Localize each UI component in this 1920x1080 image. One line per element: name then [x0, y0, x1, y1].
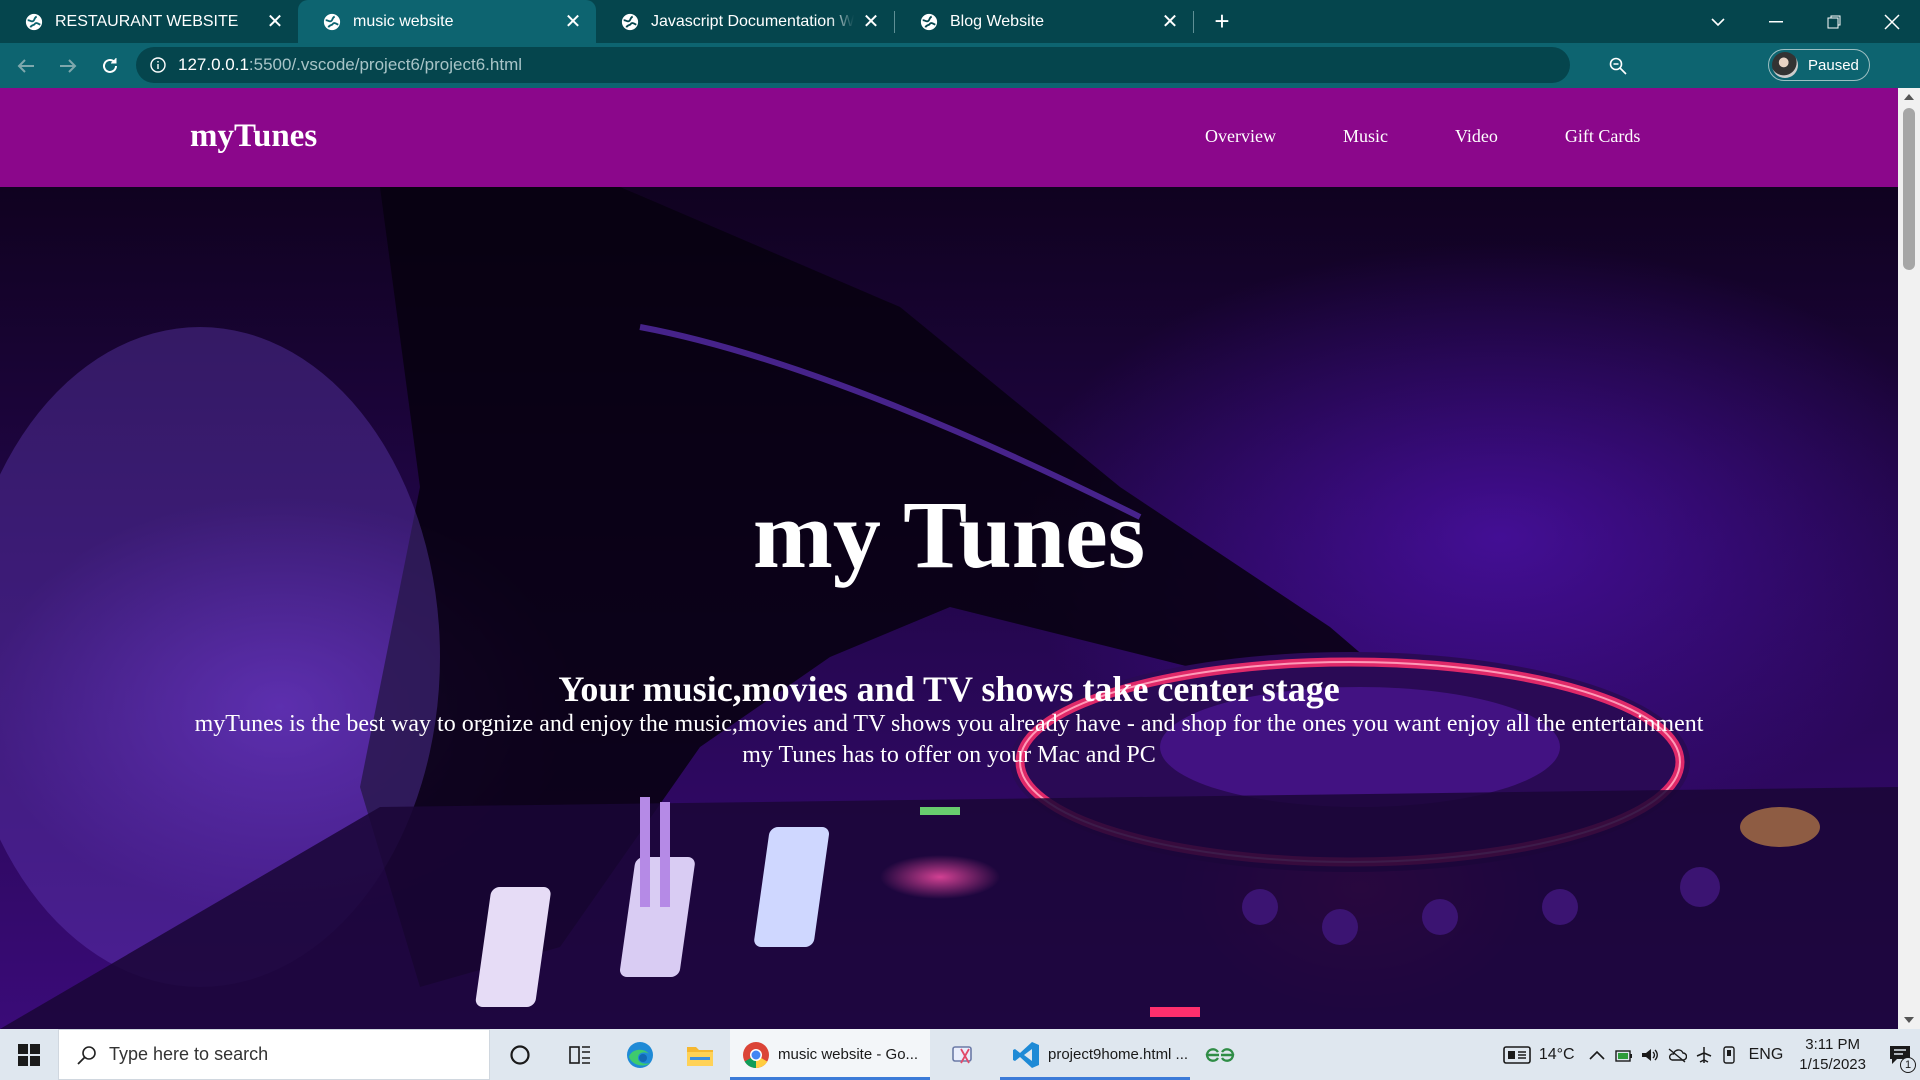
- new-tab-button[interactable]: +: [1200, 0, 1244, 43]
- site-brand[interactable]: myTunes: [190, 118, 317, 155]
- notification-count-badge: 1: [1900, 1057, 1916, 1073]
- tab-title: RESTAURANT WEBSITE: [55, 12, 239, 30]
- close-tab-icon[interactable]: ✕: [1159, 11, 1181, 33]
- news-weather-icon[interactable]: [1503, 1045, 1531, 1065]
- taskbar-app-label: music website - Go...: [778, 1046, 919, 1063]
- close-tab-icon[interactable]: ✕: [860, 11, 882, 33]
- tab-restaurant-website[interactable]: RESTAURANT WEBSITE ✕: [0, 0, 298, 43]
- dj-mixer-background-image: [0, 187, 1898, 1029]
- tab-javascript-documentation[interactable]: Javascript Documentation Website ✕: [596, 0, 894, 43]
- site-info-icon[interactable]: [150, 57, 166, 73]
- close-window-button[interactable]: [1864, 0, 1920, 43]
- vscode-icon: [1013, 1041, 1039, 1068]
- tab-title: Javascript Documentation Website: [651, 12, 854, 30]
- battery-charging-icon[interactable]: [1614, 1047, 1633, 1063]
- profile-status: Paused: [1808, 56, 1859, 74]
- browser-tab-strip: RESTAURANT WEBSITE ✕ music website ✕ Jav…: [0, 0, 1920, 43]
- zoom-icon[interactable]: [1606, 54, 1630, 78]
- input-language[interactable]: ENG: [1749, 1046, 1784, 1064]
- browser-toolbar: 127.0.0.1:5500/.vscode/project6/project6…: [0, 43, 1920, 118]
- snipping-tool-icon[interactable]: [934, 1029, 994, 1080]
- globe-icon: [323, 13, 341, 30]
- tab-search-chevron-icon[interactable]: [1690, 0, 1746, 43]
- nav-link-music[interactable]: Music: [1343, 126, 1388, 147]
- taskbar-app-chrome[interactable]: music website - Go...: [730, 1029, 930, 1080]
- hero-subtitle: Your music,movies and TV shows take cent…: [558, 669, 1340, 709]
- task-view-icon[interactable]: [550, 1029, 610, 1080]
- hero-title: my Tunes: [752, 481, 1146, 588]
- url-host: 127.0.0.1: [178, 55, 249, 74]
- scroll-thumb[interactable]: [1903, 108, 1915, 270]
- clock-time: 3:11 PM: [1805, 1035, 1860, 1053]
- system-clock[interactable]: 3:11 PM 1/15/2023: [1799, 1035, 1866, 1075]
- taskbar-app-label: project9home.html ...: [1048, 1046, 1189, 1063]
- device-icon[interactable]: [1721, 1045, 1737, 1064]
- tab-separator: [1193, 10, 1194, 33]
- notification-center-button[interactable]: 1: [1880, 1029, 1920, 1080]
- reload-icon[interactable]: [90, 48, 130, 84]
- nav-link-video[interactable]: Video: [1455, 126, 1498, 147]
- chevron-up-icon[interactable]: [1589, 1050, 1605, 1060]
- scroll-up-arrow-icon[interactable]: [1904, 94, 1914, 100]
- taskbar-search-box[interactable]: Type here to search: [58, 1029, 490, 1080]
- weather-temperature[interactable]: 14°C: [1539, 1046, 1575, 1064]
- airplane-mode-icon[interactable]: [1695, 1046, 1713, 1064]
- tab-title: music website: [353, 12, 454, 30]
- hero-description: myTunes is the best way to orgnize and e…: [194, 711, 1704, 768]
- page-viewport: myTunes Overview Music Video Gift Cards: [0, 88, 1898, 1029]
- site-nav-links: Overview Music Video Gift Cards: [1205, 126, 1640, 147]
- restore-button[interactable]: [1806, 0, 1862, 43]
- hero-section: my Tunes Your music,movies and TV shows …: [0, 187, 1898, 1029]
- back-arrow-icon[interactable]: [6, 48, 46, 84]
- minimize-button[interactable]: [1748, 0, 1804, 43]
- tab-blog-website[interactable]: Blog Website ✕: [895, 0, 1193, 43]
- cortana-icon[interactable]: [490, 1029, 550, 1080]
- url-path: :5500/.vscode/project6/project6.html: [248, 55, 523, 74]
- nav-link-gift-cards[interactable]: Gift Cards: [1565, 126, 1641, 147]
- clock-date: 1/15/2023: [1799, 1055, 1866, 1073]
- page-scrollbar[interactable]: [1898, 88, 1920, 1029]
- close-tab-icon[interactable]: ✕: [264, 11, 286, 33]
- taskbar-app-vscode[interactable]: project9home.html ...: [1000, 1029, 1190, 1080]
- windows-logo-icon: [18, 1043, 40, 1066]
- scroll-down-arrow-icon[interactable]: [1904, 1017, 1914, 1023]
- search-placeholder: Type here to search: [109, 1044, 269, 1064]
- windows-taskbar: Type here to search music website - Go..…: [0, 1029, 1920, 1080]
- file-explorer-icon[interactable]: [670, 1029, 730, 1080]
- volume-icon[interactable]: [1641, 1047, 1659, 1063]
- profile-button[interactable]: Paused: [1768, 49, 1870, 81]
- system-tray: 14°C ENG 3:11 PM 1/15/2023 1: [1503, 1029, 1920, 1080]
- tab-title: Blog Website: [950, 12, 1044, 30]
- close-tab-icon[interactable]: ✕: [562, 11, 584, 33]
- url-text: 127.0.0.1:5500/.vscode/project6/project6…: [178, 55, 522, 75]
- globe-icon: [920, 13, 938, 30]
- address-bar[interactable]: 127.0.0.1:5500/.vscode/project6/project6…: [136, 47, 1627, 83]
- globe-icon: [25, 13, 43, 30]
- site-navbar: myTunes Overview Music Video Gift Cards: [0, 88, 1898, 187]
- edge-icon[interactable]: [610, 1029, 670, 1080]
- nav-link-overview[interactable]: Overview: [1205, 126, 1276, 147]
- tab-music-website[interactable]: music website ✕: [298, 0, 596, 43]
- avatar: [1772, 52, 1798, 78]
- search-icon: [77, 1045, 96, 1065]
- geeksforgeeks-icon[interactable]: [1190, 1029, 1250, 1080]
- globe-icon: [621, 13, 639, 30]
- forward-arrow-icon[interactable]: [48, 48, 88, 84]
- chrome-icon: [743, 1041, 769, 1068]
- windows-start-button[interactable]: [0, 1029, 58, 1080]
- onedrive-cloud-icon[interactable]: [1667, 1047, 1687, 1063]
